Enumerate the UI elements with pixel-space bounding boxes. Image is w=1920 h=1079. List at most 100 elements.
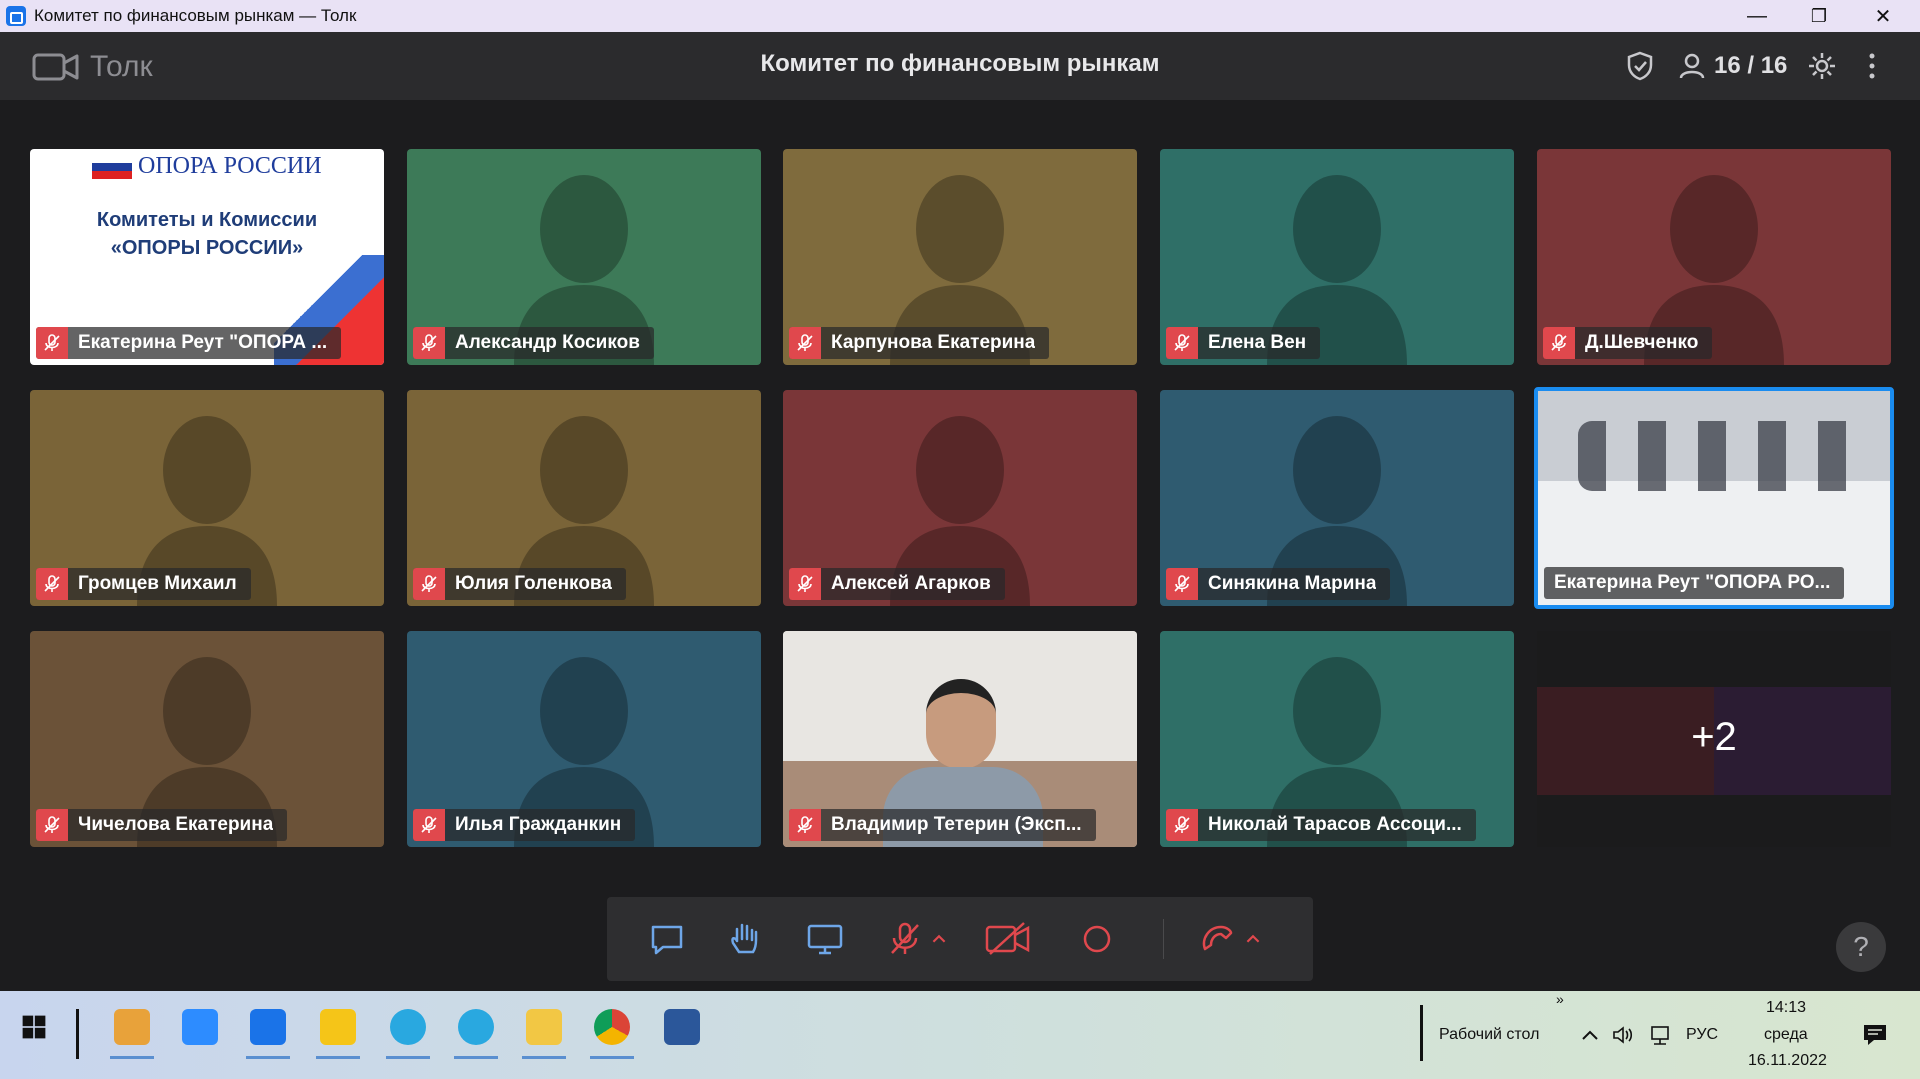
mic-options-button[interactable] — [925, 917, 953, 961]
camera-button[interactable] — [981, 917, 1035, 961]
outlook-icon — [114, 1009, 150, 1045]
notifications-icon[interactable] — [1862, 1023, 1888, 1047]
participant-tile[interactable]: Громцев Михаил — [30, 390, 384, 606]
explorer-icon — [526, 1009, 562, 1045]
chrome-taskbar-button[interactable] — [584, 999, 640, 1059]
participants-icon[interactable] — [1676, 50, 1708, 82]
mic-muted-icon — [413, 327, 445, 359]
participant-tile[interactable]: Алексей Агарков — [783, 390, 1137, 606]
windows-taskbar: Рабочий стол » РУС 14:13 среда 16.11.202… — [0, 991, 1920, 1079]
shield-check-icon[interactable] — [1624, 50, 1656, 82]
slide-org: ОПОРА РОССИИ — [138, 153, 322, 179]
bitrix24-2-icon — [458, 1009, 494, 1045]
participant-name: Карпунова Екатерина — [831, 332, 1036, 353]
participant-name-tag: Карпунова Екатерина — [789, 327, 1050, 359]
word-taskbar-button[interactable] — [654, 999, 710, 1055]
participant-tile[interactable]: Карпунова Екатерина — [783, 149, 1137, 365]
participant-tile[interactable]: Чичелова Екатерина — [30, 631, 384, 847]
mic-muted-icon — [1543, 327, 1575, 359]
microphone-button[interactable] — [883, 917, 927, 961]
help-button[interactable]: ? — [1836, 922, 1886, 972]
bitrix24-2-taskbar-button[interactable] — [448, 999, 504, 1059]
taskbar-divider — [76, 1009, 79, 1059]
desktop-toolbar-label[interactable]: Рабочий стол — [1439, 1026, 1539, 1044]
slide-line1: Комитеты и Комиссии — [96, 209, 318, 231]
mic-muted-icon — [36, 809, 68, 841]
mic-muted-icon — [789, 809, 821, 841]
participant-tile[interactable]: Илья Гражданкин — [407, 631, 761, 847]
bitrix24-icon — [390, 1009, 426, 1045]
hangup-options-button[interactable] — [1239, 917, 1267, 961]
participant-name-tag: Елена Вен — [1166, 327, 1321, 359]
participant-tile[interactable]: Синякина Марина — [1160, 390, 1514, 606]
clock-weekday[interactable]: среда — [1764, 1026, 1808, 1044]
explorer-taskbar-button[interactable] — [516, 999, 572, 1059]
participant-tile[interactable]: ОПОРА РОССИИ Комитеты и Комиссии «ОПОРЫ РО… — [30, 149, 384, 365]
window-titlebar: Комитет по финансовым рынкам — Толк — ❐ … — [0, 0, 1920, 32]
running-indicator — [246, 1056, 290, 1059]
participant-name-tag: Чичелова Екатерина — [36, 809, 288, 841]
participant-tile[interactable]: Владимир Тетерин (Эксп... — [783, 631, 1137, 847]
mic-muted-icon — [789, 568, 821, 600]
participant-name: Владимир Тетерин (Эксп... — [831, 814, 1082, 835]
taskbar-divider — [1420, 1005, 1423, 1061]
participant-name-tag: Громцев Михаил — [36, 568, 251, 600]
volume-icon[interactable] — [1612, 1025, 1636, 1045]
running-indicator — [110, 1056, 154, 1059]
clock-time[interactable]: 14:13 — [1766, 999, 1806, 1017]
close-button[interactable]: ✕ — [1852, 0, 1914, 32]
screen-share-icon — [807, 924, 843, 955]
toolbar-chevron[interactable]: » — [1556, 991, 1564, 1007]
1c-icon — [320, 1009, 356, 1045]
tolk-taskbar-button[interactable] — [240, 999, 296, 1059]
participant-tile[interactable]: Екатерина Реут "ОПОРА РО... — [1534, 387, 1894, 609]
chat-icon — [651, 925, 683, 955]
outlook-taskbar-button[interactable] — [104, 999, 160, 1059]
hangup-button[interactable] — [1195, 917, 1239, 961]
record-button[interactable] — [1075, 917, 1119, 961]
running-indicator — [522, 1056, 566, 1059]
tolk-icon — [250, 1009, 286, 1045]
participant-tile[interactable]: Николай Тарасов Ассоци... — [1160, 631, 1514, 847]
participant-tile[interactable]: Александр Косиков — [407, 149, 761, 365]
raise-hand-button[interactable] — [723, 917, 767, 961]
participant-name: Д.Шевченко — [1585, 332, 1699, 353]
network-icon[interactable] — [1648, 1025, 1672, 1047]
participant-name: Илья Гражданкин — [455, 814, 622, 835]
participant-name-tag: Алексей Агарков — [789, 568, 1005, 600]
more-participants-tile[interactable]: +2 — [1537, 631, 1891, 847]
bitrix24-taskbar-button[interactable] — [380, 999, 436, 1059]
participant-name: Синякина Марина — [1208, 573, 1377, 594]
running-indicator — [454, 1056, 498, 1059]
participant-name: Юлия Голенкова — [455, 573, 612, 594]
participant-tile[interactable]: Юлия Голенкова — [407, 390, 761, 606]
minimize-button[interactable]: — — [1726, 0, 1788, 32]
language-indicator[interactable]: РУС — [1686, 1026, 1718, 1044]
participants-count[interactable]: 16 / 16 — [1714, 52, 1787, 80]
video-person-head — [926, 679, 996, 769]
clock-date[interactable]: 16.11.2022 — [1748, 1052, 1827, 1070]
participant-tile[interactable]: Елена Вен — [1160, 149, 1514, 365]
1c-taskbar-button[interactable] — [310, 999, 366, 1059]
more-vertical-icon[interactable] — [1856, 50, 1888, 82]
screen-share-button[interactable] — [803, 917, 847, 961]
participant-name-tag: Д.Шевченко — [1543, 327, 1713, 359]
participant-name-tag: Владимир Тетерин (Эксп... — [789, 809, 1096, 841]
tray-overflow-icon[interactable] — [1580, 1027, 1600, 1043]
participant-name: Александр Косиков — [455, 332, 640, 353]
restore-button[interactable]: ❐ — [1788, 0, 1850, 32]
participant-name-tag: Екатерина Реут "ОПОРА ... — [36, 327, 342, 359]
zoom-taskbar-button[interactable] — [172, 999, 228, 1055]
participant-name: Чичелова Екатерина — [78, 814, 274, 835]
call-toolbar — [607, 897, 1313, 981]
windows-logo-icon — [22, 1015, 46, 1039]
zoom-icon — [182, 1009, 218, 1045]
start-button[interactable] — [6, 999, 62, 1055]
chat-button[interactable] — [645, 917, 689, 961]
participant-name-tag: Юлия Голенкова — [413, 568, 626, 600]
participant-name-tag: Синякина Марина — [1166, 568, 1391, 600]
participant-tile[interactable]: Д.Шевченко — [1537, 149, 1891, 365]
participant-name: Николай Тарасов Ассоци... — [1208, 814, 1462, 835]
mic-muted-icon — [413, 809, 445, 841]
gear-icon[interactable] — [1806, 50, 1838, 82]
